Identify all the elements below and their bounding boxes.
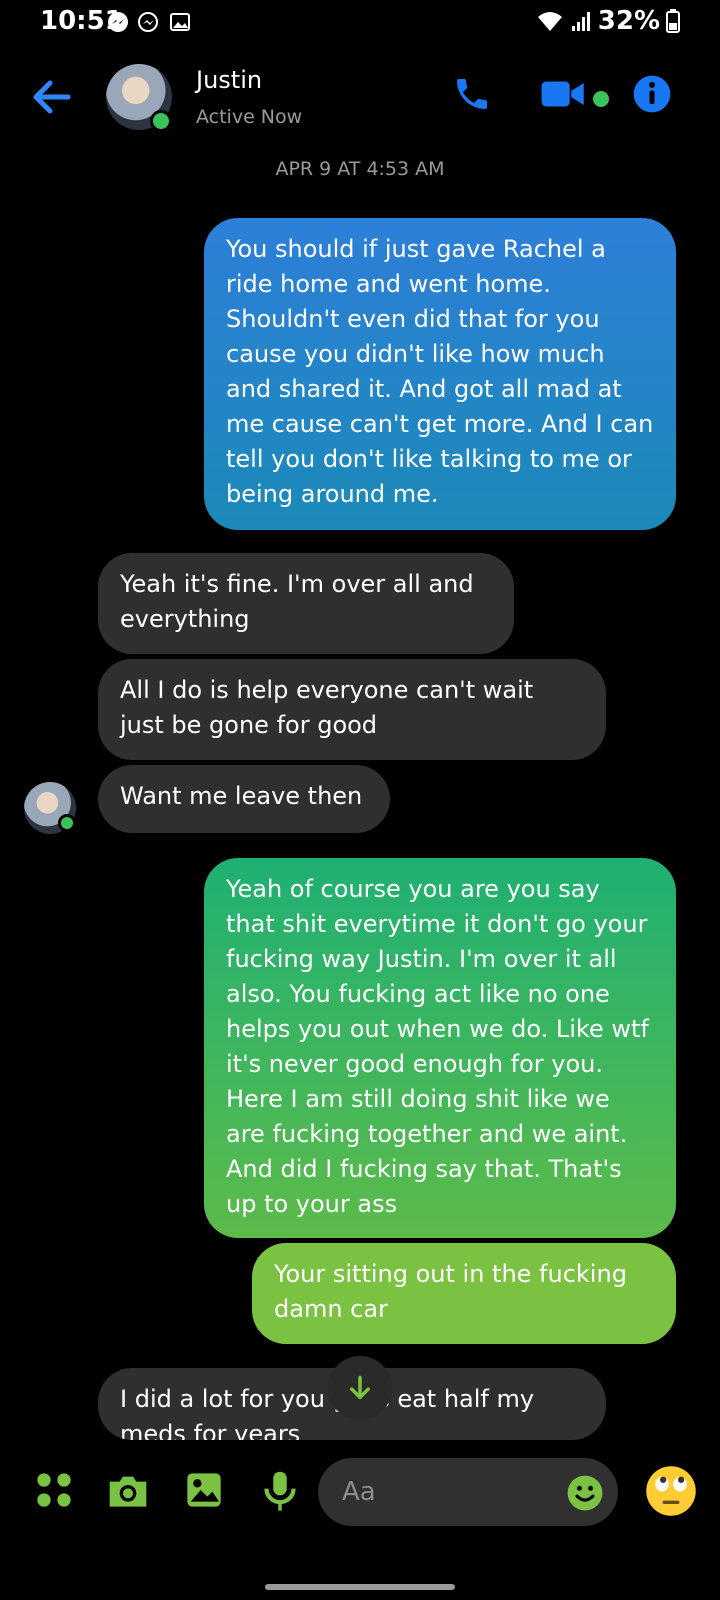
message-bubble-incoming[interactable]: All I do is help everyone can't wait jus…: [98, 659, 606, 760]
status-bar: 10:51 32%: [0, 0, 720, 44]
scroll-to-bottom-button[interactable]: [328, 1356, 392, 1420]
message-bubble-outgoing[interactable]: Yeah of course you are you say that shit…: [204, 858, 676, 1238]
date-separator: APR 9 AT 4:53 AM: [275, 158, 445, 180]
battery-percent: 32%: [597, 6, 660, 36]
camera-icon[interactable]: [106, 1470, 150, 1510]
message-composer: Aa: [0, 1440, 720, 1550]
emoji-picker-icon[interactable]: [566, 1474, 604, 1512]
signal-icon: [571, 12, 590, 31]
info-icon[interactable]: [632, 74, 672, 114]
message-bubble-outgoing[interactable]: You should if just gave Rachel a ride ho…: [204, 218, 676, 530]
phone-icon[interactable]: [452, 74, 492, 114]
message-bubble-incoming[interactable]: Yeah it's fine. I'm over all and everyth…: [98, 553, 514, 654]
message-bubble-incoming[interactable]: Want me leave then: [98, 765, 390, 833]
messenger-notification-icon: [138, 12, 158, 32]
video-active-indicator: [590, 88, 612, 110]
apps-grid-icon[interactable]: [34, 1470, 74, 1510]
conversation-header: Justin Active Now: [0, 50, 720, 150]
status-right: 32%: [536, 6, 680, 36]
online-indicator: [58, 814, 76, 832]
wifi-icon: [537, 12, 562, 31]
message-bubble-outgoing[interactable]: Your sitting out in the fucking damn car: [252, 1243, 676, 1344]
contact-status: Active Now: [196, 106, 303, 128]
messenger-notification-icon: [108, 12, 128, 32]
arrow-down-icon: [350, 1375, 370, 1400]
gallery-icon[interactable]: [184, 1470, 224, 1510]
online-indicator: [150, 110, 172, 132]
contact-name[interactable]: Justin: [196, 66, 262, 94]
video-call-icon[interactable]: [540, 74, 590, 114]
eye-roll-emoji-icon[interactable]: [644, 1464, 698, 1518]
back-arrow-icon[interactable]: [32, 80, 72, 114]
home-indicator[interactable]: [265, 1584, 455, 1590]
gallery-notification-icon: [170, 13, 190, 31]
battery-icon: [666, 9, 680, 33]
microphone-icon[interactable]: [262, 1470, 298, 1514]
